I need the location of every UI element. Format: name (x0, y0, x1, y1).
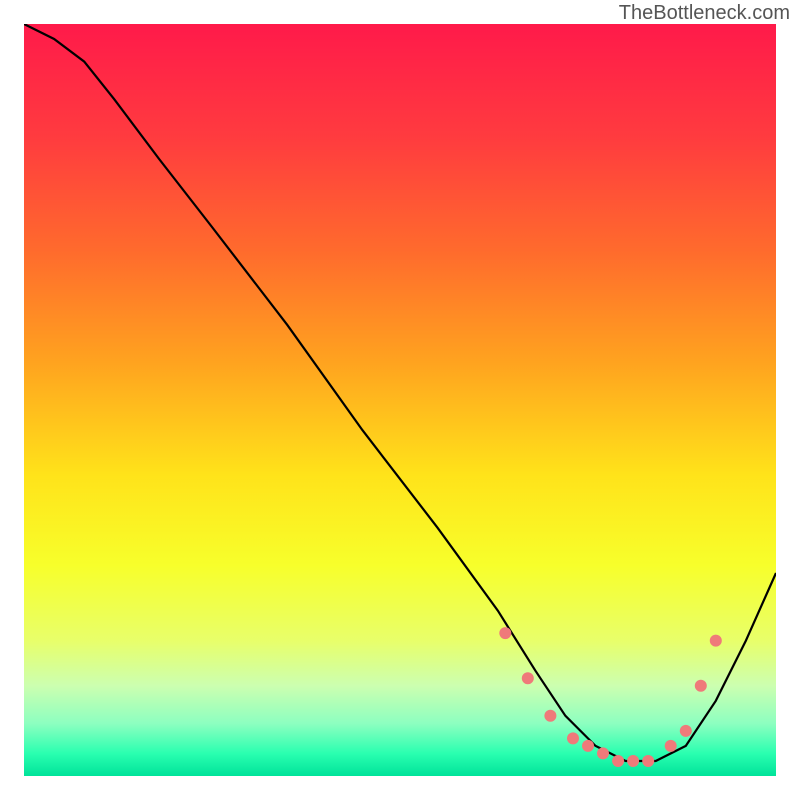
chart-background (24, 24, 776, 776)
valley-marker (627, 755, 639, 767)
valley-marker (499, 627, 511, 639)
valley-marker (597, 747, 609, 759)
valley-marker (522, 672, 534, 684)
watermark-text: TheBottleneck.com (619, 2, 790, 25)
valley-marker (680, 725, 692, 737)
chart-svg (24, 24, 776, 776)
chart-container (24, 24, 776, 776)
valley-marker (665, 740, 677, 752)
valley-marker (642, 755, 654, 767)
valley-marker (695, 680, 707, 692)
valley-marker (710, 635, 722, 647)
valley-marker (582, 740, 594, 752)
valley-marker (544, 710, 556, 722)
valley-marker (567, 732, 579, 744)
valley-marker (612, 755, 624, 767)
